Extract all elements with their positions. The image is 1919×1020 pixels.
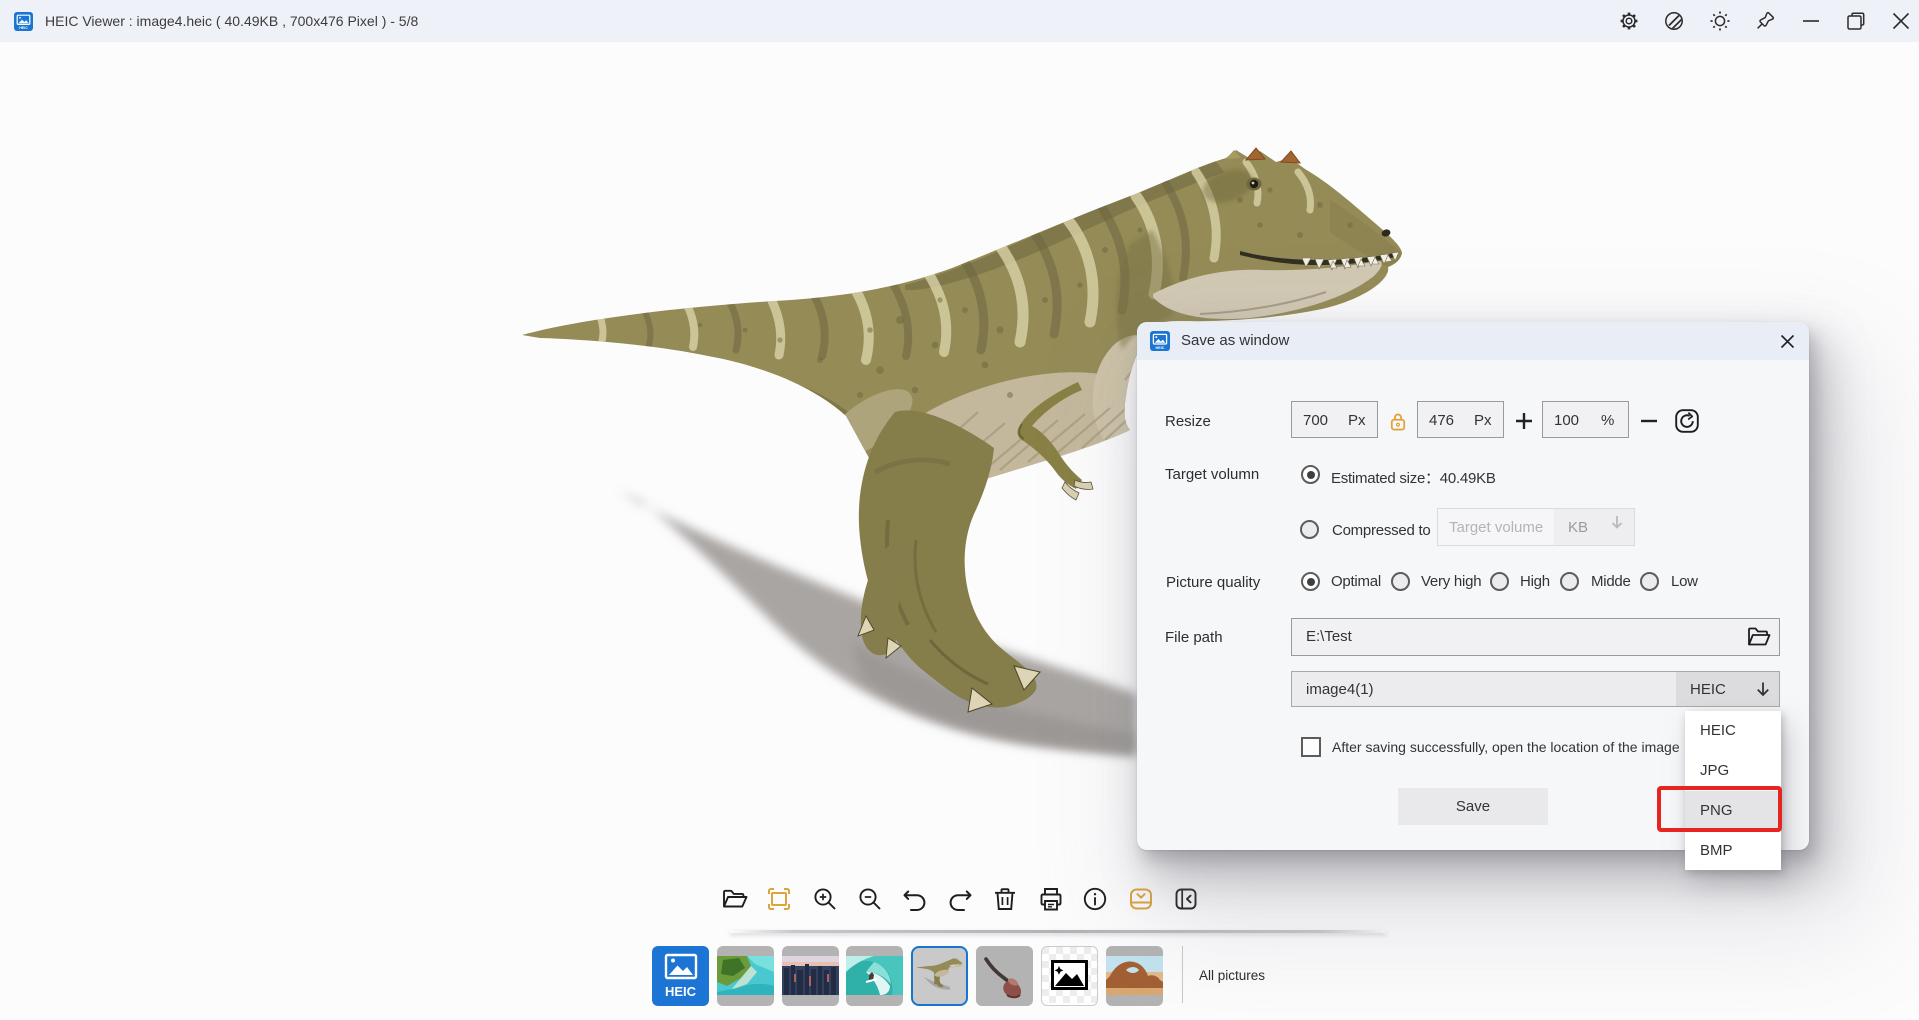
svg-text:HEIC: HEIC (665, 984, 697, 999)
svg-text:HEIC: HEIC (1155, 346, 1164, 350)
svg-text:HEIC: HEIC (19, 26, 28, 30)
